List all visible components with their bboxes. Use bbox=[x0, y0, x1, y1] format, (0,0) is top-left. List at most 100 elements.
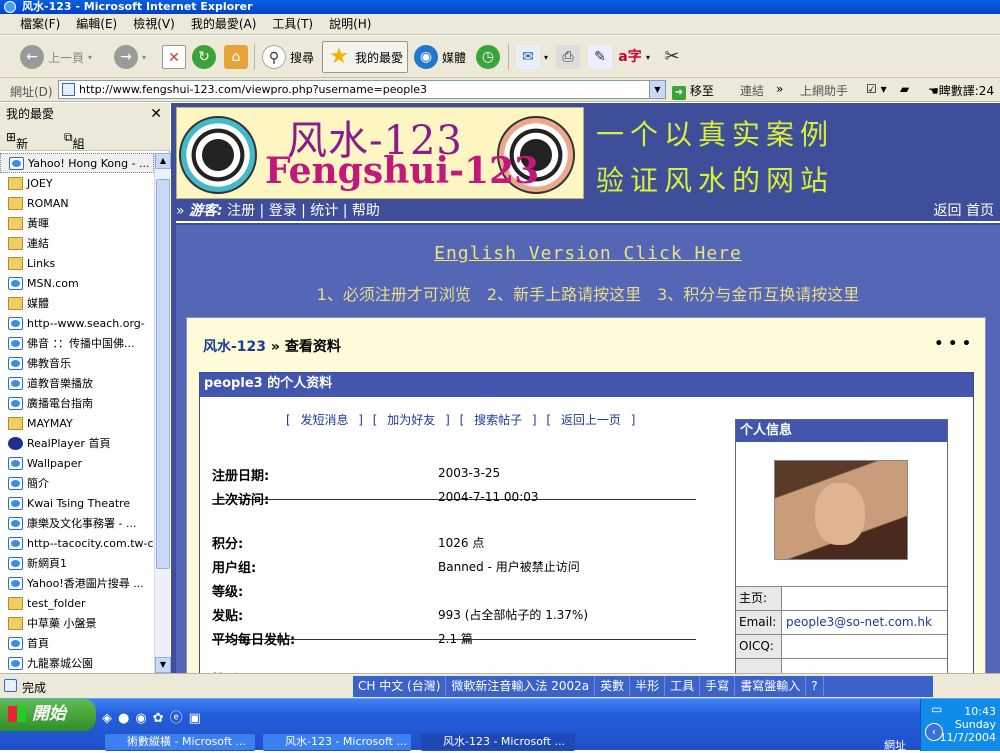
favorite-item[interactable]: Links bbox=[0, 253, 154, 273]
scroll-up-icon[interactable]: ▲ bbox=[155, 153, 171, 169]
close-icon[interactable]: ✕ bbox=[150, 103, 162, 125]
go-button[interactable]: ➜ 移至 bbox=[672, 82, 714, 100]
menu-edit[interactable]: 編輯(E) bbox=[68, 14, 125, 35]
nav-links[interactable]: 注册 | 登录 | 统计 | 帮助 bbox=[227, 203, 380, 219]
stop-icon: ✕ bbox=[162, 45, 186, 69]
web-helper-button[interactable]: 上網助手 bbox=[800, 82, 848, 99]
back-home-link[interactable]: 返回 首页 bbox=[934, 201, 994, 221]
favorite-item[interactable]: Kwai Tsing Theatre bbox=[0, 493, 154, 513]
ime-item[interactable]: ? bbox=[806, 676, 824, 696]
favorite-item[interactable]: JOEY bbox=[0, 173, 154, 193]
favorite-item[interactable]: 道教音樂播放 bbox=[0, 373, 154, 393]
favorites-button[interactable]: ★ 我的最愛 bbox=[322, 41, 409, 73]
ime-item[interactable]: 手寫 bbox=[700, 676, 736, 696]
forward-button[interactable]: → ▾ bbox=[110, 41, 150, 73]
print-button[interactable]: ⎙ bbox=[552, 41, 584, 73]
favorite-item[interactable]: 首頁 bbox=[0, 633, 154, 653]
search-button[interactable]: ⚲ 搜尋 bbox=[258, 41, 318, 73]
stop-button[interactable]: ✕ bbox=[158, 41, 190, 73]
english-version-link[interactable]: English Version Click Here bbox=[176, 243, 1000, 264]
task-button-2[interactable]: 风水-123 - Microsoft ... bbox=[262, 733, 412, 751]
helper-tool-icon[interactable]: ▰ bbox=[900, 82, 909, 96]
refresh-button[interactable]: ↻ bbox=[188, 41, 220, 73]
favorite-item[interactable]: MAYMAY bbox=[0, 413, 154, 433]
add-favorite-button[interactable]: ⊞ 新增 bbox=[6, 130, 28, 168]
organize-favorites-button[interactable]: ⧉ 組織 bbox=[64, 130, 85, 168]
favorite-label: ROMAN bbox=[27, 196, 69, 210]
favorite-item[interactable]: RealPlayer 首頁 bbox=[0, 433, 154, 453]
email-link[interactable]: people3@so-net.com.hk bbox=[786, 611, 932, 633]
menu-help[interactable]: 說明(H) bbox=[321, 14, 379, 35]
breadcrumb-site[interactable]: 风水-123 bbox=[203, 339, 266, 355]
menu-favorites[interactable]: 我的最愛(A) bbox=[183, 14, 265, 35]
dictionary-button[interactable]: ☚睥數譯:24 bbox=[928, 82, 994, 99]
task-button-1[interactable]: 術數縱橫 - Microsoft ... bbox=[104, 733, 256, 751]
ime-item[interactable]: 半形 bbox=[630, 676, 666, 696]
ime-toolbar[interactable]: CH 中文 (台灣) 微軟新注音輸入法 2002a 英數 半形 工具 手寫 書寫盤輸入? bbox=[353, 676, 933, 697]
back-button[interactable]: ← 上一頁 ▾ bbox=[16, 41, 96, 73]
tray-arrow-icon[interactable]: ‹ bbox=[925, 723, 943, 741]
ime-item[interactable]: 工具 bbox=[665, 676, 701, 696]
profile-panel: people3 的个人资料 [ 发短消息 ] [ 加为好友 ] [ 搜索帖子 ]… bbox=[199, 372, 974, 673]
page-content: 风水-123 Fengshui-123 一个以真实案例 验证风水的网站 » 游客… bbox=[171, 103, 1000, 673]
taskbar-address-label[interactable]: 網址 bbox=[884, 737, 906, 753]
history-button[interactable]: ◷ bbox=[472, 41, 504, 73]
desktop-icon: ◈ bbox=[102, 711, 118, 726]
ie-icon: ⓔ bbox=[169, 711, 189, 726]
task-button-3[interactable]: 风水-123 - Microsoft ... bbox=[420, 733, 576, 751]
favorite-item[interactable]: 新網頁1 bbox=[0, 553, 154, 573]
favorite-item[interactable]: 佛音 ：：传播中国佛... bbox=[0, 333, 154, 353]
favorite-item[interactable]: Wallpaper bbox=[0, 453, 154, 473]
quick-launch[interactable]: ◈●◉✿ⓔ▣ bbox=[102, 707, 207, 726]
favorite-item[interactable]: ROMAN bbox=[0, 193, 154, 213]
profile-field-value: 1026 点 bbox=[438, 536, 485, 550]
favorite-item[interactable]: 媒體 bbox=[0, 293, 154, 313]
home-button[interactable]: ⌂ bbox=[220, 41, 252, 73]
info-row-empty bbox=[736, 658, 947, 673]
translate-button[interactable]: a字 ▾ bbox=[614, 41, 654, 73]
favorite-item[interactable]: 黃暉 bbox=[0, 213, 154, 233]
cut-button[interactable]: ✂ bbox=[656, 41, 688, 73]
ie-page-icon bbox=[8, 356, 23, 370]
favorite-item[interactable]: http--www.seach.org- bbox=[0, 313, 154, 333]
favorite-item[interactable]: 中草藥 小盤景 bbox=[0, 613, 154, 633]
favorite-item[interactable]: 康樂及文化事務署 - ... bbox=[0, 513, 154, 533]
links-button[interactable]: 連結 bbox=[740, 82, 764, 99]
address-dropdown-icon[interactable]: ▼ bbox=[649, 81, 665, 98]
favorite-item[interactable]: MSN.com bbox=[0, 273, 154, 293]
menu-view[interactable]: 檢視(V) bbox=[125, 14, 183, 35]
favorite-item[interactable]: Yahoo! Hong Kong - ... bbox=[0, 153, 154, 173]
favorite-item[interactable]: Yahoo!香港圖片搜尋 ... bbox=[0, 573, 154, 593]
window-title-bar[interactable]: 风水-123 - Microsoft Internet Explorer bbox=[0, 0, 1000, 14]
system-tray: ‹ ▭ 10:43 Sunday 11/7/2004 bbox=[920, 699, 1000, 751]
network-icon[interactable]: ▭ bbox=[931, 702, 942, 716]
profile-field-value: Banned - 用户被禁止访问 bbox=[438, 560, 580, 574]
favorite-item[interactable]: test_folder bbox=[0, 593, 154, 613]
ime-item[interactable]: 書寫盤輸入 bbox=[735, 676, 807, 696]
helper-check-icon[interactable]: ☑ ▾ bbox=[866, 82, 887, 96]
scroll-thumb[interactable] bbox=[156, 179, 170, 569]
scroll-down-icon[interactable]: ▼ bbox=[155, 657, 171, 673]
favorite-item[interactable]: 廣播電台指南 bbox=[0, 393, 154, 413]
windows-flag-icon bbox=[8, 706, 26, 722]
favorite-item[interactable]: 簡介 bbox=[0, 473, 154, 493]
ime-item[interactable]: 微軟新注音輸入法 2002a bbox=[446, 676, 596, 696]
favorite-item[interactable]: 連結 bbox=[0, 233, 154, 253]
ime-item[interactable]: CH 中文 (台灣) bbox=[353, 676, 447, 696]
edit-button[interactable]: ✎ bbox=[584, 41, 616, 73]
favorites-scrollbar[interactable]: ▲ ▼ bbox=[154, 153, 171, 673]
ime-item[interactable]: 英數 bbox=[595, 676, 631, 696]
media-button[interactable]: ◉ 媒體 bbox=[410, 41, 470, 73]
profile-actions[interactable]: [ 发短消息 ] [ 加为好友 ] [ 搜索帖子 ] [ 返回上一页 ] bbox=[286, 411, 635, 428]
notice-links[interactable]: 1、必须注册才可浏览 2、新手上路请按这里 3、积分与金币互换请按这里 bbox=[176, 281, 1000, 305]
links-chevron-icon[interactable]: » bbox=[776, 82, 783, 96]
start-button[interactable]: 開始 bbox=[0, 699, 96, 731]
favorite-item[interactable]: 九龍寨城公園 bbox=[0, 653, 154, 673]
favorite-item[interactable]: http--tacocity.com.tw-c... bbox=[0, 533, 154, 553]
main-area: English Version Click Here 1、必须注册才可浏览 2、… bbox=[176, 225, 1000, 673]
menu-file[interactable]: 檔案(F) bbox=[12, 14, 68, 35]
menu-tools[interactable]: 工具(T) bbox=[264, 14, 321, 35]
address-input[interactable]: http://www.fengshui-123.com/viewpro.php?… bbox=[58, 80, 666, 99]
favorite-item[interactable]: 佛教音乐 bbox=[0, 353, 154, 373]
mail-button[interactable]: ✉ ▾ bbox=[512, 41, 552, 73]
